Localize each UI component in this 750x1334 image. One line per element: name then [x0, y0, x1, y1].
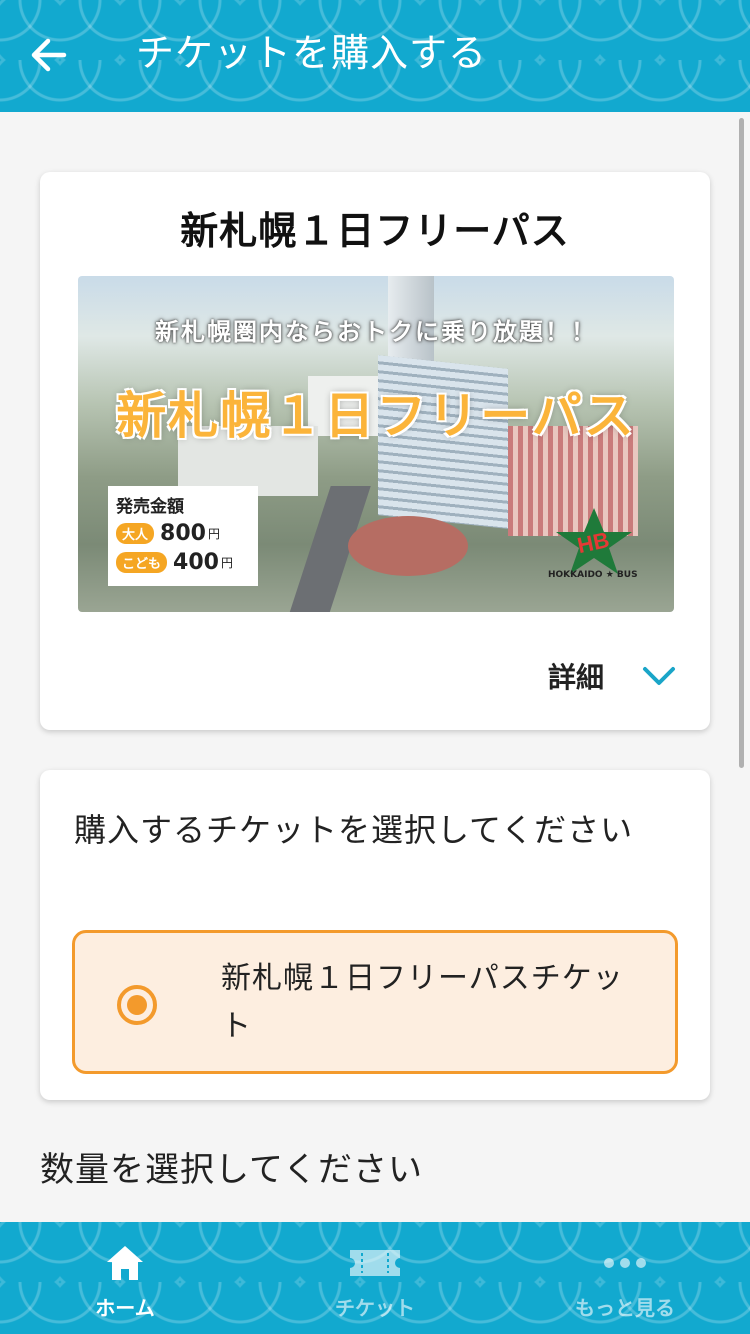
- tab-home[interactable]: ホーム: [0, 1222, 250, 1334]
- tab-home-label: ホーム: [95, 1296, 155, 1320]
- radio-selected-icon[interactable]: [117, 985, 157, 1025]
- ticket-option[interactable]: 新札幌１日フリーパスチケット: [72, 930, 678, 1074]
- page-title: チケットを購入する: [136, 31, 488, 75]
- price-row-child: こども 400 円: [116, 550, 250, 575]
- pass-card: 新札幌１日フリーパス 新札幌圏内ならおトクに乗り放題！！ 新札幌１日フリーパス …: [40, 172, 710, 730]
- ticket-option-label: 新札幌１日フリーパスチケット: [221, 961, 624, 1044]
- price-title: 発売金額: [116, 497, 184, 517]
- banner-headline: 新札幌１日フリーパス: [116, 387, 636, 445]
- ticket-icon: [350, 1250, 400, 1276]
- back-button[interactable]: [26, 30, 70, 80]
- ticket-select-card: 購入するチケットを選択してください 新札幌１日フリーパスチケット: [40, 770, 710, 1100]
- ticket-select-heading: 購入するチケットを選択してください: [74, 811, 634, 849]
- app-header: チケットを購入する: [0, 0, 750, 112]
- bottom-tab-bar: ホーム チケット もっと見る: [0, 1222, 750, 1334]
- main-content: 新札幌１日フリーパス 新札幌圏内ならおトクに乗り放題！！ 新札幌１日フリーパス …: [0, 112, 750, 1222]
- banner-subtitle: 新札幌圏内ならおトクに乗り放題！！: [155, 318, 597, 346]
- detail-label: 詳細: [547, 661, 604, 694]
- price-box: 発売金額 大人 800 円 こども 400 円: [108, 486, 258, 586]
- logo-caption: HOKKAIDO ★ BUS: [548, 570, 638, 580]
- home-icon: [107, 1246, 143, 1280]
- quantity-heading: 数量を選択してください: [40, 1150, 423, 1190]
- price-row-adult: 大人 800 円: [116, 521, 250, 546]
- tab-more[interactable]: もっと見る: [500, 1222, 750, 1334]
- arrow-left-icon: [31, 38, 67, 72]
- detail-toggle[interactable]: 詳細: [548, 656, 676, 696]
- chevron-down-icon: [643, 667, 675, 685]
- tab-more-label: もっと見る: [575, 1296, 675, 1320]
- hokkaido-bus-logo: HB: [556, 508, 632, 574]
- scrollbar[interactable]: [739, 118, 744, 768]
- tab-ticket[interactable]: チケット: [250, 1222, 500, 1334]
- more-icon: [604, 1258, 646, 1268]
- tab-ticket-label: チケット: [335, 1296, 415, 1320]
- pass-banner-image: 新札幌圏内ならおトクに乗り放題！！ 新札幌１日フリーパス 発売金額 大人 800…: [78, 276, 674, 612]
- pass-title: 新札幌１日フリーパス: [180, 209, 570, 253]
